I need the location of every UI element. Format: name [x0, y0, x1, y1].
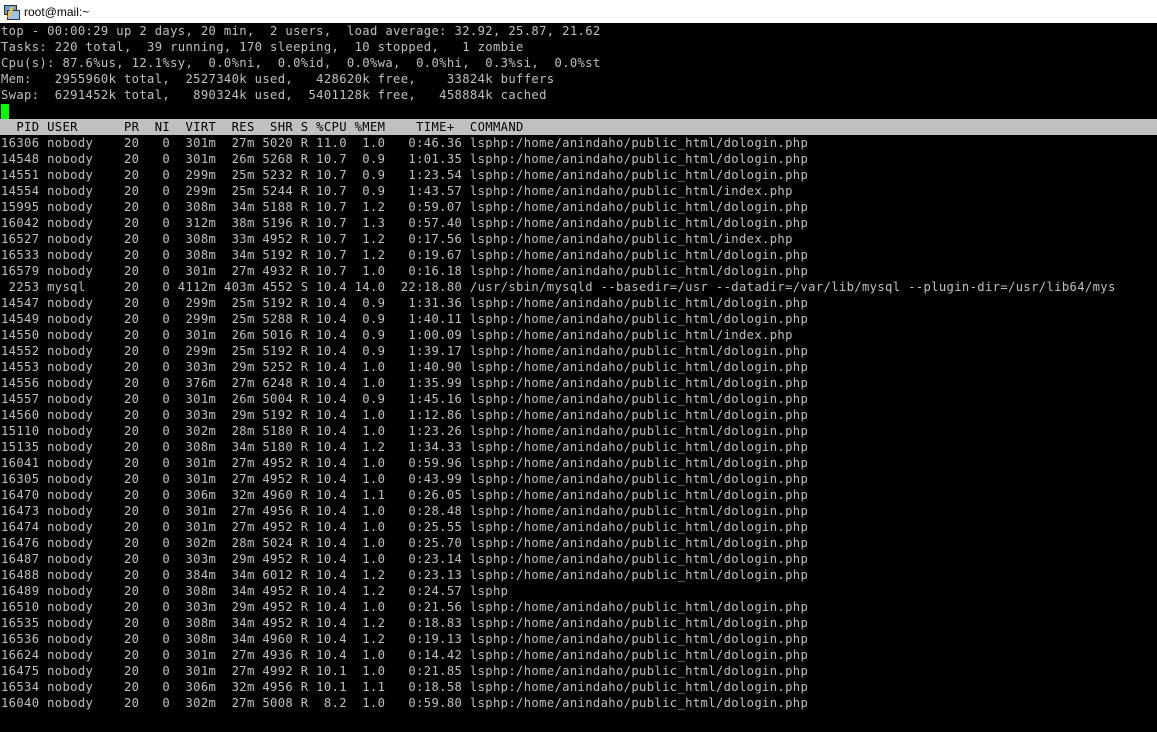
process-row: 16488 nobody 20 0 384m 34m 6012 R 10.4 1… — [1, 568, 809, 582]
process-row: 16535 nobody 20 0 308m 34m 4952 R 10.4 1… — [1, 616, 809, 630]
process-row: 14549 nobody 20 0 299m 25m 5288 R 10.4 0… — [1, 312, 809, 326]
process-row: 15135 nobody 20 0 308m 34m 5180 R 10.4 1… — [1, 440, 809, 454]
process-row: 16534 nobody 20 0 306m 32m 4956 R 10.1 1… — [1, 680, 809, 694]
process-row: 16476 nobody 20 0 302m 28m 5024 R 10.4 1… — [1, 536, 809, 550]
process-table-header: PID USER PR NI VIRT RES SHR S %CPU %MEM … — [0, 119, 1157, 135]
process-row: 16624 nobody 20 0 301m 27m 4936 R 10.4 1… — [1, 648, 809, 662]
process-row: 14551 nobody 20 0 299m 25m 5232 R 10.7 0… — [1, 168, 809, 182]
process-row: 16042 nobody 20 0 312m 38m 5196 R 10.7 1… — [1, 216, 809, 230]
summary-mem-line: Mem: 2955960k total, 2527340k used, 4286… — [1, 72, 555, 86]
process-row: 16473 nobody 20 0 301m 27m 4956 R 10.4 1… — [1, 504, 809, 518]
summary-cpu-line: Cpu(s): 87.6%us, 12.1%sy, 0.0%ni, 0.0%id… — [1, 56, 601, 70]
summary-swap-line: Swap: 6291452k total, 890324k used, 5401… — [1, 88, 547, 102]
process-row: 16536 nobody 20 0 308m 34m 4960 R 10.4 1… — [1, 632, 809, 646]
process-row: 16487 nobody 20 0 303m 29m 4952 R 10.4 1… — [1, 552, 809, 566]
process-row: 16579 nobody 20 0 301m 27m 4932 R 10.7 1… — [1, 264, 809, 278]
process-row: 14560 nobody 20 0 303m 29m 5192 R 10.4 1… — [1, 408, 809, 422]
process-row: 15110 nobody 20 0 302m 28m 5180 R 10.4 1… — [1, 424, 809, 438]
process-row: 14552 nobody 20 0 299m 25m 5192 R 10.4 0… — [1, 344, 809, 358]
process-row: 16475 nobody 20 0 301m 27m 4992 R 10.1 1… — [1, 664, 809, 678]
terminal-screen[interactable]: top - 00:00:29 up 2 days, 20 min, 2 user… — [0, 23, 1157, 732]
process-row: 16470 nobody 20 0 306m 32m 4960 R 10.4 1… — [1, 488, 809, 502]
process-row: 16306 nobody 20 0 301m 27m 5020 R 11.0 1… — [1, 136, 809, 150]
process-table-body: 16306 nobody 20 0 301m 27m 5020 R 11.0 1… — [0, 135, 1157, 711]
window-title: root@mail:~ — [24, 4, 90, 19]
process-row: 14550 nobody 20 0 301m 26m 5016 R 10.4 0… — [1, 328, 793, 342]
process-row: 14554 nobody 20 0 299m 25m 5244 R 10.7 0… — [1, 184, 793, 198]
process-row: 14556 nobody 20 0 376m 27m 6248 R 10.4 1… — [1, 376, 809, 390]
process-row: 16533 nobody 20 0 308m 34m 5192 R 10.7 1… — [1, 248, 809, 262]
summary-uptime-line: top - 00:00:29 up 2 days, 20 min, 2 user… — [1, 24, 601, 38]
terminal-cursor — [1, 104, 9, 119]
process-row: 16041 nobody 20 0 301m 27m 4952 R 10.4 1… — [1, 456, 809, 470]
process-row: 14547 nobody 20 0 299m 25m 5192 R 10.4 0… — [1, 296, 809, 310]
process-row: 16489 nobody 20 0 308m 34m 4952 R 10.4 1… — [1, 584, 509, 598]
process-row: 2253 mysql 20 0 4112m 403m 4552 S 10.4 1… — [1, 280, 1116, 294]
process-row: 16527 nobody 20 0 308m 33m 4952 R 10.7 1… — [1, 232, 793, 246]
process-row: 16474 nobody 20 0 301m 27m 4952 R 10.4 1… — [1, 520, 809, 534]
process-row: 15995 nobody 20 0 308m 34m 5188 R 10.7 1… — [1, 200, 809, 214]
putty-terminal-icon[interactable] — [3, 4, 20, 20]
process-row: 16305 nobody 20 0 301m 27m 4952 R 10.4 1… — [1, 472, 809, 486]
process-row: 16510 nobody 20 0 303m 29m 4952 R 10.4 1… — [1, 600, 809, 614]
process-row: 16040 nobody 20 0 302m 27m 5008 R 8.2 1.… — [1, 696, 809, 710]
process-row: 14553 nobody 20 0 303m 29m 5252 R 10.4 1… — [1, 360, 809, 374]
process-row: 14548 nobody 20 0 301m 26m 5268 R 10.7 0… — [1, 152, 809, 166]
process-row: 14557 nobody 20 0 301m 26m 5004 R 10.4 0… — [1, 392, 809, 406]
summary-tasks-line: Tasks: 220 total, 39 running, 170 sleepi… — [1, 40, 524, 54]
window-titlebar[interactable]: root@mail:~ — [0, 0, 1157, 23]
prompt-line[interactable] — [0, 103, 1157, 119]
